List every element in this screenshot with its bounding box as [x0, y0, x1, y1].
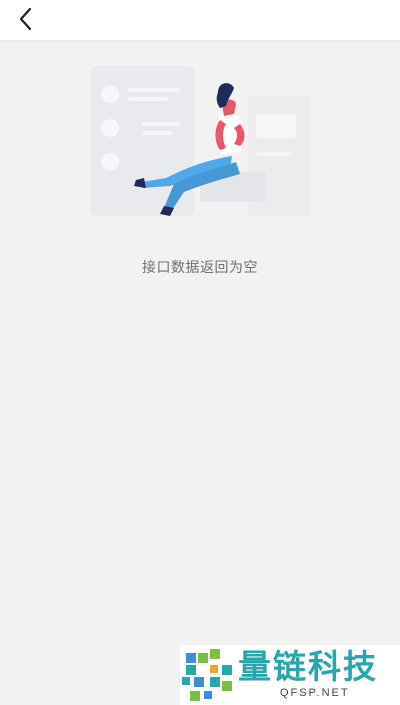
screen: 接口数据返回为空 量链科技 QFSP.NET	[0, 0, 400, 705]
navigation-bar	[0, 0, 400, 40]
watermark: 量链科技 QFSP.NET	[180, 645, 400, 705]
qfsp-pixel-logo-icon	[182, 649, 232, 701]
back-button[interactable]	[8, 2, 44, 36]
empty-state-message: 接口数据返回为空	[142, 260, 258, 276]
card-right-inner	[256, 114, 296, 138]
list-dot-1	[101, 85, 119, 103]
list-line-2b	[142, 131, 172, 135]
chevron-left-icon	[19, 7, 32, 31]
card-right-line	[256, 152, 292, 156]
empty-state-illustration	[90, 66, 310, 216]
list-dot-3	[101, 153, 119, 171]
watermark-title: 量链科技	[238, 647, 378, 686]
list-line-1b	[128, 97, 168, 101]
list-line-1	[128, 88, 180, 92]
watermark-subtitle: QFSP.NET	[280, 687, 350, 699]
list-line-2	[142, 122, 180, 126]
list-dot-2	[101, 119, 119, 137]
